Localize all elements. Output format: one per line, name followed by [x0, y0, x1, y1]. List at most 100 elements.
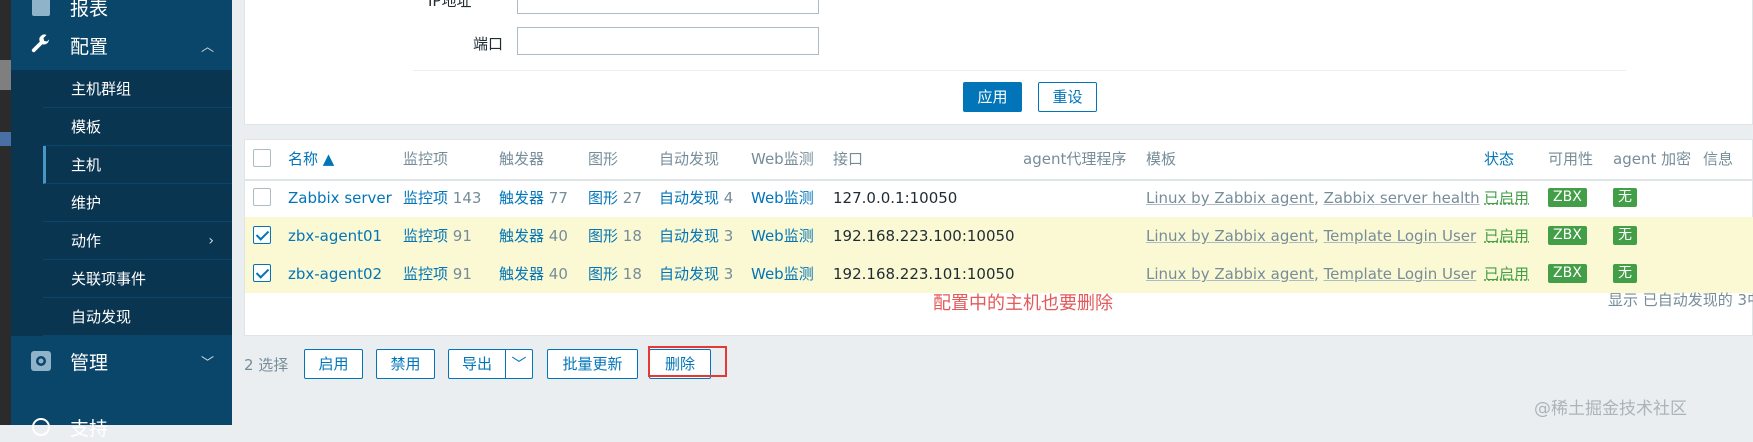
triggers-cell: 触发器 40	[499, 217, 568, 255]
chevron-up-icon: ︿	[200, 39, 214, 55]
col-discovery: 自动发现	[659, 150, 720, 168]
apply-button[interactable]: 应用	[963, 82, 1022, 112]
sidebar-subitem-discovery[interactable]: 自动发现	[11, 298, 232, 336]
hosts-table: 名称 ▲ 监控项 触发器 图形 自动发现 Web监测 接口 agent代理程序 …	[244, 139, 1753, 336]
status-link[interactable]: 已启用	[1484, 217, 1529, 255]
mass-update-button[interactable]: 批量更新	[547, 349, 638, 379]
encryption-badge: 无	[1613, 188, 1637, 207]
window-edge	[0, 0, 11, 425]
table-row: zbx-agent02 监控项 91 触发器 40 图形 18 自动发现 3 W…	[245, 255, 1753, 293]
port-input[interactable]	[517, 27, 819, 55]
sidebar-subitem-actions[interactable]: 动作 ›	[11, 222, 232, 260]
web-link[interactable]: Web监测	[751, 255, 814, 293]
export-button[interactable]: 导出	[448, 349, 506, 379]
sidebar-subitem-event-correlation[interactable]: 关联项事件	[11, 260, 232, 298]
reset-button[interactable]: 重设	[1038, 82, 1097, 112]
sidebar-subitem-host-groups[interactable]: 主机群组	[11, 70, 232, 108]
col-triggers: 触发器	[499, 150, 545, 168]
filter-divider	[413, 70, 1626, 71]
sidebar-item-admin[interactable]: 管理 ﹀	[11, 342, 232, 380]
discovery-link[interactable]: 自动发现	[659, 265, 719, 283]
table-row: Zabbix server 监控项 143 触发器 77 图形 27 自动发现 …	[245, 179, 1753, 217]
status-link[interactable]: 已启用	[1484, 179, 1529, 217]
web-link[interactable]: Web监测	[751, 179, 814, 217]
col-status[interactable]: 状态	[1484, 140, 1514, 178]
export-dropdown-button[interactable]: ﹀	[505, 349, 533, 379]
host-name-link[interactable]: zbx-agent01	[288, 217, 382, 255]
template-link[interactable]: Template Login User	[1324, 265, 1477, 283]
gear-icon	[28, 348, 54, 374]
enable-button[interactable]: 启用	[304, 349, 363, 379]
chevron-down-icon: ﹀	[200, 355, 214, 371]
reports-icon	[28, 0, 54, 20]
sidebar-subitem-label: 主机	[43, 146, 232, 184]
sidebar-item-label: 配置	[70, 35, 109, 58]
main-content: IP地址 端口 应用 重设 名称 ▲ 监控项 触发器 图形 自动发现 Web监测…	[232, 0, 1753, 425]
graphs-link[interactable]: 图形	[588, 189, 618, 207]
row-checkbox[interactable]	[253, 226, 271, 244]
table-header: 名称 ▲ 监控项 触发器 图形 自动发现 Web监测 接口 agent代理程序 …	[245, 140, 1753, 181]
chevron-down-icon: ﹀	[511, 355, 527, 373]
items-count: 91	[452, 265, 472, 283]
host-name-link[interactable]: Zabbix server	[288, 179, 392, 217]
annotation-highlight-box	[648, 346, 727, 377]
items-cell: 监控项 91	[403, 217, 472, 255]
triggers-cell: 触发器 77	[499, 179, 568, 217]
template-link[interactable]: Template Login User	[1324, 227, 1477, 245]
wrench-icon	[28, 32, 54, 58]
triggers-link[interactable]: 触发器	[499, 265, 544, 283]
table-summary: 显示 已自动发现的 3中	[1608, 291, 1753, 309]
graphs-count: 18	[622, 265, 642, 283]
graphs-count: 18	[622, 227, 642, 245]
items-link[interactable]: 监控项	[403, 227, 448, 245]
select-all-checkbox[interactable]	[253, 149, 271, 167]
row-checkbox[interactable]	[253, 264, 271, 282]
graphs-link[interactable]: 图形	[588, 227, 618, 245]
interface-cell: 192.168.223.100:10050	[833, 227, 1015, 245]
graphs-cell: 图形 18	[588, 255, 642, 293]
annotation-text: 配置中的主机也要删除	[933, 293, 1113, 314]
template-link[interactable]: Linux by Zabbix agent	[1146, 265, 1314, 283]
row-checkbox[interactable]	[253, 188, 271, 206]
graphs-link[interactable]: 图形	[588, 265, 618, 283]
col-availability: 可用性	[1548, 150, 1594, 168]
sidebar-item-label: 管理	[70, 351, 109, 374]
items-link[interactable]: 监控项	[403, 265, 448, 283]
sidebar-item-label: 支持	[70, 417, 109, 440]
template-link[interactable]: Zabbix server health	[1324, 189, 1480, 207]
sidebar-item-config[interactable]: 配置 ︿	[11, 26, 232, 64]
discovery-count: 3	[723, 227, 734, 245]
template-link[interactable]: Linux by Zabbix agent	[1146, 227, 1314, 245]
triggers-count: 77	[548, 189, 568, 207]
sidebar-subitem-label: 维护	[43, 184, 232, 222]
sidebar-item-support[interactable]: 支持	[11, 412, 232, 442]
ip-input[interactable]	[517, 0, 819, 14]
web-link[interactable]: Web监测	[751, 217, 814, 255]
status-link[interactable]: 已启用	[1484, 255, 1529, 293]
sidebar: 报表 配置 ︿ 主机群组 模板 主机 维护 动作 › 关联项事件 自动发现 管理 …	[0, 0, 232, 440]
disable-button[interactable]: 禁用	[376, 349, 435, 379]
discovery-link[interactable]: 自动发现	[659, 227, 719, 245]
col-proxy: agent代理程序	[1023, 150, 1127, 168]
sidebar-subitem-templates[interactable]: 模板	[11, 108, 232, 146]
discovery-link[interactable]: 自动发现	[659, 189, 719, 207]
host-name-link[interactable]: zbx-agent02	[288, 255, 382, 293]
triggers-count: 40	[548, 227, 568, 245]
template-link[interactable]: Linux by Zabbix agent	[1146, 189, 1314, 207]
col-encryption: agent 加密	[1613, 150, 1692, 168]
sidebar-subitem-label: 主机群组	[43, 70, 232, 108]
templates-cell: Linux by Zabbix agent, Template Login Us…	[1146, 265, 1477, 283]
support-icon	[28, 414, 54, 440]
items-link[interactable]: 监控项	[403, 189, 448, 207]
triggers-link[interactable]: 触发器	[499, 189, 544, 207]
port-label: 端口	[473, 35, 504, 53]
availability-badge: ZBX	[1548, 264, 1587, 283]
sidebar-item-reports[interactable]: 报表	[11, 0, 232, 22]
availability-badge: ZBX	[1548, 226, 1587, 245]
sidebar-subitem-hosts[interactable]: 主机	[11, 146, 232, 184]
sidebar-subitem-maintenance[interactable]: 维护	[11, 184, 232, 222]
col-name[interactable]: 名称 ▲	[288, 140, 334, 178]
interface-cell: 127.0.0.1:10050	[833, 189, 958, 207]
discovery-count: 4	[723, 189, 734, 207]
triggers-link[interactable]: 触发器	[499, 227, 544, 245]
